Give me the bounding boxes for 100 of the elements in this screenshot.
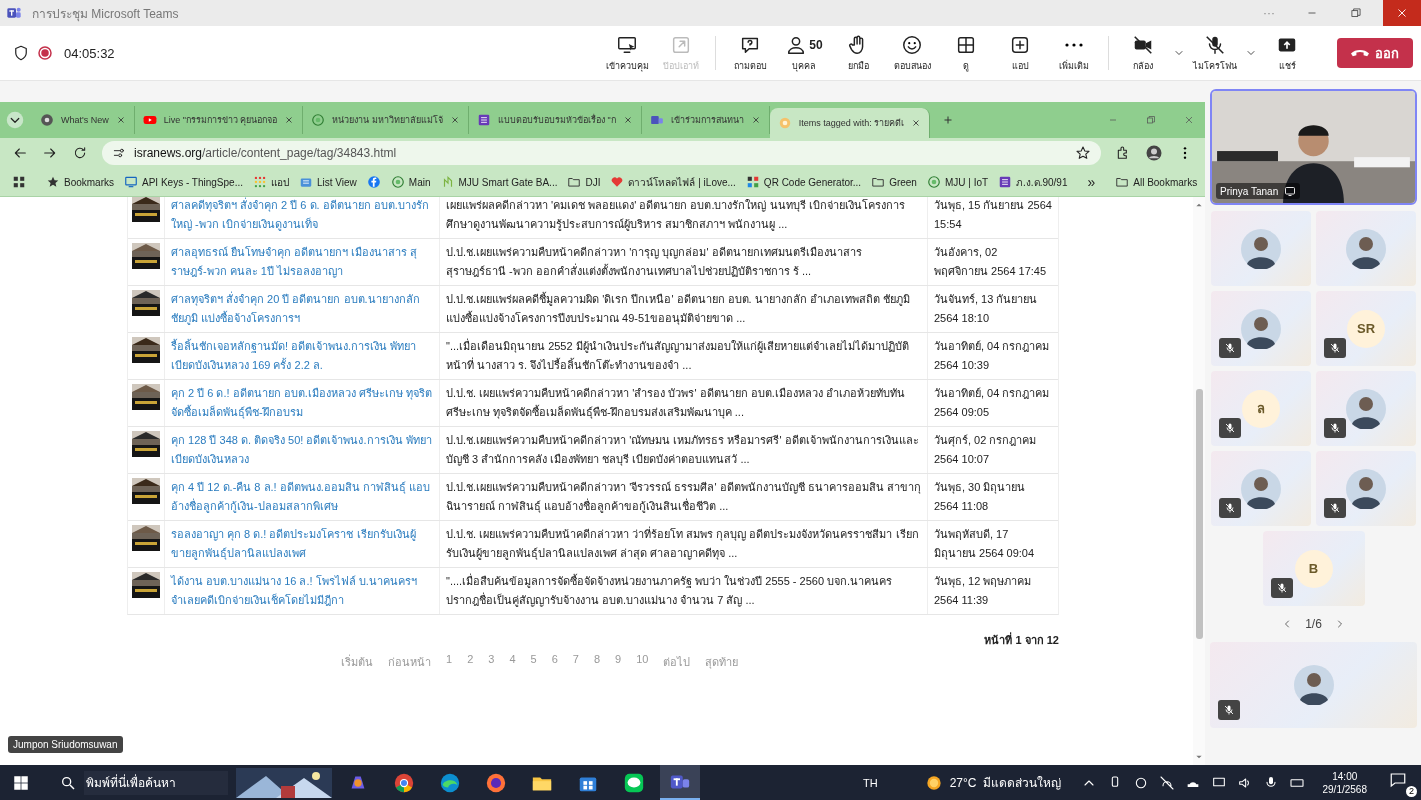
- article-link[interactable]: คุก 4 ปี 12 ด.-คืน 8 ล.! อดีตพนง.ออมสิน กาฬสินธุ์ แอบอ้างชื่อลูกค้ากู้เงิน-ปลอมสลากพิเศษ: [171, 478, 433, 516]
- toolbar-button[interactable]: เข้าควบคุม: [603, 31, 651, 75]
- microphone-muted-icon: [1224, 502, 1236, 514]
- windows-icon[interactable]: [12, 773, 30, 792]
- browser-tab[interactable]: Live "กรรมการข่าว คุยนอกจอ: [134, 106, 304, 134]
- scrollbar[interactable]: [1193, 197, 1205, 765]
- bookmark[interactable]: Main: [390, 175, 431, 189]
- article-link[interactable]: ศาลทุจริตฯ สั่งจำคุก 20 ปี อดีตนายก อบต.นายางกลัก ชัยภูมิ แบ่งซื้อจ้างโครงการฯ: [171, 290, 433, 328]
- microphone-muted-icon: [1224, 342, 1236, 354]
- article-link[interactable]: ได้งาน อบต.บางแม่นาง 16 ล.! โพรไฟล์ บ.นาคนครฯ จำเลยคดีเบิกจ่ายเงินเช็คโดยไม่มีฎีกา: [171, 572, 433, 610]
- table-cell: วันพุธ, 12 พฤษภาคม 2564 11:39: [927, 568, 1058, 614]
- toolbar-button[interactable]: 50 บุคคล: [780, 31, 828, 75]
- close-icon[interactable]: [284, 115, 295, 125]
- site-settings-icon: [112, 146, 126, 160]
- browser-tab[interactable]: Items tagged with: รายคดีเ: [769, 108, 931, 138]
- browser-tab[interactable]: หน่วยงาน มหาวิทยาลัยแม่โจ้: [303, 106, 469, 134]
- table-cell: ป.ป.ช. เผยแพร่ความคืบหน้าคดีกล่าวหา ว่าที่ร้อยโท สมพร กุลบุญ อดีตประมงจังหวัดนครราชสีมา เรียกรับเงินผู้ขายลูกพันธุ์ปลานิลแปลงเพศ ล่าสุด ศาลอาญาคดีทุจ ...: [439, 521, 927, 567]
- close-icon[interactable]: [115, 115, 126, 125]
- back-icon[interactable]: [12, 145, 28, 161]
- article-link[interactable]: รอลงอาญา คุก 8 ด.! อดีตประมงโคราช เรียกรับเงินผู้ขายลูกพันธุ์ปลานิลแปลงเพศ: [171, 525, 433, 563]
- toolbar-button[interactable]: ดู: [942, 31, 990, 75]
- toolbar-button[interactable]: ถามตอบ: [726, 31, 774, 75]
- table-cell: "...เมื่อเดือนมิถุนายน 2552 มีผู้นำเงินประกันสัญญามาส่งมอบให้แก่ผู้เสียหายแต่จำเลยไม่ได้มาปฏิบัติหน้าที่ นางสาว ร. จึงไปรื้อลิ้นชักโต๊ะทำงานของจำ ...: [439, 333, 927, 379]
- plus-icon[interactable]: [942, 114, 955, 126]
- bookmark[interactable]: All Bookmarks: [1115, 175, 1198, 189]
- language-indicator[interactable]: TH: [863, 776, 878, 789]
- article-link[interactable]: ศาลคดีทุจริตฯ สั่งจำคุก 2 ปี 6 ด. อดีตนายก อบต.บางรักใหญ่ -พวก เบิกจ่ายเงินดูงานเท็จ: [171, 197, 433, 234]
- microphone-muted-icon: [1223, 704, 1235, 716]
- smiley-icon: [901, 34, 923, 56]
- address-bar[interactable]: isranews.org/article/content_page/tag/34843.html: [102, 141, 1101, 165]
- avatar-initials: B: [1294, 549, 1333, 588]
- restore-icon[interactable]: [1145, 114, 1157, 126]
- bookmark[interactable]: ภ.ง.ด.90/91: [998, 174, 1068, 190]
- globe-icon: [311, 113, 326, 127]
- facebook-icon[interactable]: [366, 175, 381, 189]
- close-icon[interactable]: [750, 115, 761, 125]
- close-icon[interactable]: [1183, 114, 1195, 126]
- search-field[interactable]: พิมพ์ที่นี่เพื่อค้นหา: [84, 770, 228, 795]
- chat-app-icon: [623, 771, 645, 794]
- forward-icon[interactable]: [42, 145, 58, 161]
- close-icon[interactable]: [449, 115, 460, 125]
- wifi-off-icon[interactable]: [1158, 774, 1175, 791]
- article-link[interactable]: รื้อลิ้นชักเจอหลักฐานมัด! อดีตเจ้าพนง.การเงิน พัทยา เบียดบังเงินหลวง 169 ครั้ง 2.2 ล.: [171, 337, 433, 375]
- reload-icon[interactable]: [72, 145, 88, 161]
- article-link[interactable]: คุก 128 ปี 348 ด. ติดจริง 50! อดีตเจ้าพนง.การเงิน พัทยา เบียดบังเงินหลวง: [171, 431, 433, 469]
- bookmark[interactable]: API Keys - ThingSpe...: [124, 175, 243, 189]
- browser-tab[interactable]: What's New: [32, 106, 135, 134]
- avatar-icon[interactable]: [1145, 144, 1163, 162]
- bookmark[interactable]: List View: [299, 175, 357, 189]
- table-cell: "....เมื่อสืบค้นข้อมูลการจัดซื้อจัดจ้างหน่วยงานภาครัฐ พบว่า ในช่วงปี 2555 - 2560 บจก.นาคนคร ปรากฎชื่อเป็นคู่สัญญารับจ้างงาน อบต.บางแม่นาง จำนวน 7 สัญ ...: [439, 568, 927, 614]
- bookmark[interactable]: DJI: [567, 175, 601, 189]
- avatar-icon: [1293, 665, 1334, 705]
- window-title: การประชุม Microsoft Teams: [32, 5, 179, 23]
- teams-icon: [649, 113, 664, 127]
- leave-button[interactable]: ออก: [1337, 38, 1413, 68]
- toolbar-button[interactable]: ยกมือ: [834, 31, 882, 75]
- bookmark[interactable]: ดาวน์โหลดไฟล์ | iLove...: [610, 174, 736, 190]
- toolbar-button[interactable]: ไมโครโฟน: [1191, 31, 1239, 75]
- overflow-button[interactable]: »: [1087, 174, 1096, 190]
- avatar-icon: [1241, 468, 1281, 509]
- apps-grid-icon[interactable]: [12, 175, 26, 189]
- page-indicator: 1/6: [1305, 617, 1322, 631]
- chevron-down-icon[interactable]: [6, 111, 24, 129]
- notification-button[interactable]: 2: [1383, 768, 1417, 797]
- shield-icon: [12, 44, 30, 62]
- screen-share-icon: [1284, 185, 1297, 197]
- share-button[interactable]: แชร์: [1263, 31, 1311, 75]
- toolbar-button[interactable]: ตอบสนอง: [888, 31, 936, 75]
- globe-icon: [390, 175, 405, 189]
- close-icon[interactable]: [911, 118, 922, 128]
- name-label: Jumpon Sriudomsuwan: [8, 736, 123, 753]
- folder-icon: [871, 175, 886, 189]
- star-icon[interactable]: [1075, 145, 1091, 161]
- restore-icon[interactable]: [1349, 6, 1363, 20]
- close-icon[interactable]: [622, 115, 633, 125]
- toolbar-button[interactable]: กล้อง: [1119, 31, 1167, 75]
- bookmark[interactable]: QR Code Generator...: [745, 175, 862, 189]
- bookmark[interactable]: Green: [871, 175, 917, 189]
- apps-grid-icon: [253, 175, 267, 189]
- folder-icon: [1115, 175, 1130, 189]
- table-cell: ป.ป.ช.เผยแพร่ความคืบหน้าคดีกล่าวหา 'จีรวรรณ์ ธรรมศีล' อดีตพนักงานบัญชี ธนาคารออมสิน สาขากุฉินารายณ์ กาฬสินธุ์ แอบอ้างชื่อลูกค้าขอกู้เงินสินเชื่อชีวิต ...: [439, 474, 927, 520]
- scroll-up-icon: [1195, 201, 1203, 209]
- toolbar-button[interactable]: เพิ่มเติม: [1050, 31, 1098, 75]
- browser-tab[interactable]: เข้าร่วมการสนทนา: [641, 106, 770, 134]
- article-link[interactable]: คุก 2 ปี 6 ด.! อดีตนายก อบต.เมืองหลวง ศรีษะเกษ ทุจริตจัดซื้อเมล็ดพันธุ์พืช-ฝึกอบรม: [171, 384, 433, 422]
- popout-icon: [670, 34, 692, 56]
- weather-widget[interactable]: 27°C มีแดดส่วนใหญ่: [923, 772, 1061, 793]
- bookmark[interactable]: MJU | IoT: [926, 175, 989, 189]
- toolbar-button[interactable]: แอป: [996, 31, 1044, 75]
- site-icon: [777, 116, 792, 130]
- article-link[interactable]: ศาลอุทธรณ์ ยืนโทษจำคุก อดีตนายกฯ เมืองนาสาร สุราษฎร์-พวก คนละ 1ปี ไม่รอลงอาญา: [171, 243, 433, 281]
- participant-name: Prinya Tanan: [1220, 185, 1279, 197]
- bookmark[interactable]: แอป: [253, 174, 289, 190]
- table-cell: วันอังคาร, 02 พฤศจิกายน 2564 17:45: [927, 239, 1058, 285]
- page-summary: หน้าที่ 1 จาก 12: [984, 631, 1059, 648]
- qr-icon: [745, 175, 760, 189]
- bookmark[interactable]: Bookmarks: [46, 175, 114, 189]
- browser-tab[interactable]: แบบตอบรับอบรมหัวข้อเรื่อง "ก: [468, 106, 642, 134]
- bookmark[interactable]: MJU Smart Gate BA...: [440, 175, 558, 189]
- clock[interactable]: 14:00 29/1/2568: [1322, 769, 1367, 796]
